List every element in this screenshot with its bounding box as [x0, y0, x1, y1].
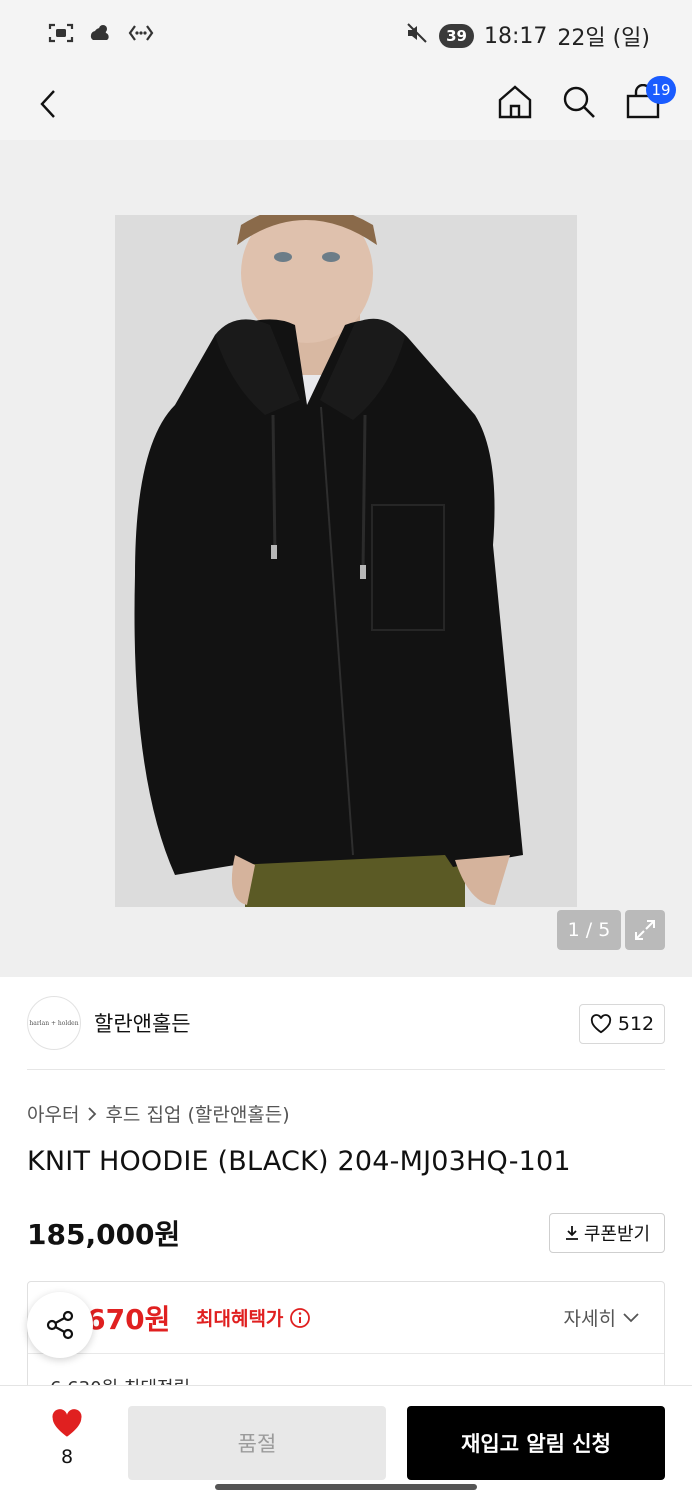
model-photo	[115, 215, 577, 907]
expand-icon	[635, 920, 655, 940]
image-counter: 1 / 5	[557, 910, 621, 950]
benefit-detail-label: 자세히	[563, 1308, 616, 1330]
wishlist-count: 8	[60, 1446, 74, 1468]
search-icon	[563, 86, 595, 118]
home-button[interactable]	[496, 82, 534, 122]
brand-like-count: 512	[617, 1013, 655, 1035]
product-price: 185,000원	[27, 1218, 181, 1251]
wishlist-button[interactable]: 8	[40, 1408, 94, 1468]
screenshot-icon	[48, 22, 74, 48]
share-icon	[46, 1310, 74, 1340]
cart-count-badge: 19	[646, 76, 676, 104]
weather-icon	[88, 22, 114, 48]
back-button[interactable]	[30, 84, 66, 124]
top-navigation: 19	[0, 70, 692, 216]
search-button[interactable]	[560, 82, 598, 122]
info-icon[interactable]	[289, 1307, 311, 1329]
cart-button[interactable]: 19	[624, 76, 676, 122]
chevron-down-icon	[623, 1312, 639, 1322]
breadcrumb-subcategory[interactable]: 후드 집업 (할란앤홀든)	[105, 1100, 289, 1127]
download-icon	[565, 1226, 578, 1240]
home-indicator	[215, 1484, 477, 1490]
breadcrumb-category[interactable]: 아우터	[27, 1100, 79, 1127]
bottom-action-bar: 8 품절 재입고 알림 신청	[0, 1385, 692, 1500]
product-title: KNIT HOODIE (BLACK) 204-MJ03HQ-101	[27, 1146, 571, 1177]
restock-alert-button[interactable]: 재입고 알림 신청	[407, 1406, 665, 1480]
cast-icon	[128, 22, 154, 48]
benefit-detail-toggle[interactable]: 자세히	[564, 1304, 640, 1331]
brand-like-button[interactable]: 512	[579, 1004, 665, 1044]
product-gallery[interactable]: 1 / 5	[0, 140, 692, 977]
status-bar: 39 18:17 22일 (일)	[0, 0, 692, 70]
chevron-right-icon	[88, 1106, 97, 1121]
benefit-header[interactable]: 5,670원 최대혜택가 자세히	[28, 1282, 664, 1354]
heart-filled-icon	[52, 1409, 82, 1437]
expand-image-button[interactable]	[625, 910, 665, 950]
coupon-download-button[interactable]: 쿠폰받기	[549, 1213, 665, 1253]
breadcrumb: 아우터 후드 집업 (할란앤홀든)	[27, 1100, 290, 1127]
mute-icon	[405, 22, 429, 50]
status-icons-left	[48, 22, 154, 48]
home-icon	[498, 85, 532, 119]
brand-name[interactable]: 할란앤홀든	[94, 1008, 191, 1038]
status-icons-right: 39 18:17 22일 (일)	[405, 20, 650, 52]
soldout-button[interactable]: 품절	[128, 1406, 386, 1480]
max-benefit-label: 최대혜택가	[196, 1304, 311, 1331]
brand-logo[interactable]: harlan + holden	[27, 996, 81, 1050]
brand-logo-text: harlan + holden	[29, 1019, 79, 1027]
share-button[interactable]	[27, 1292, 93, 1358]
product-image[interactable]	[115, 215, 577, 907]
brand-row: harlan + holden 할란앤홀든 512	[27, 996, 665, 1070]
max-benefit-label-text: 최대혜택가	[196, 1308, 284, 1330]
status-date: 22일 (일)	[557, 26, 650, 51]
coupon-label: 쿠폰받기	[583, 1224, 651, 1245]
chevron-left-icon	[40, 90, 55, 118]
status-time: 18:17	[483, 23, 548, 49]
notification-badge: 39	[439, 24, 474, 48]
heart-outline-icon	[590, 1014, 611, 1034]
